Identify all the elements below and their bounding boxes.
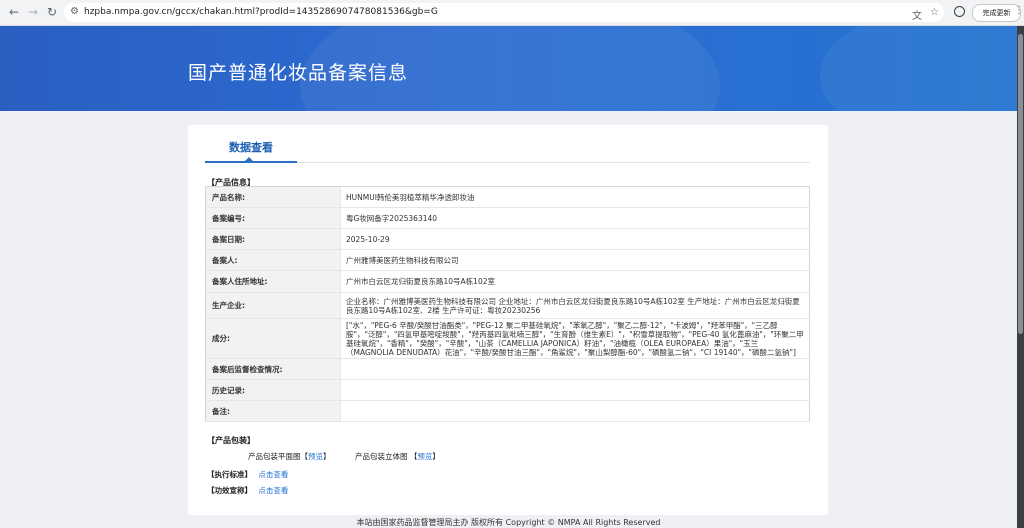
packaging-flat-item: 产品包装平面图【预览】 xyxy=(248,451,331,462)
site-info-icon[interactable]: ⚙ xyxy=(70,6,79,17)
page-scrollbar[interactable] xyxy=(1017,26,1024,528)
efficacy-view-link[interactable]: 点击查看 xyxy=(258,486,288,495)
bookmark-star-icon[interactable]: ☆ xyxy=(930,7,939,18)
row-label: 备案后监督检查情况: xyxy=(205,358,341,380)
row-label: 备案编号: xyxy=(205,207,341,229)
content-panel: 数据查看 【产品信息】 产品名称: HUNMUI韩伦美羽植萃精华净透卸妆油 备案… xyxy=(188,125,828,515)
banner-decoration xyxy=(820,26,1017,111)
kebab-menu-icon[interactable]: ⋮ xyxy=(1014,5,1024,16)
page-banner: 国产普通化妆品备案信息 xyxy=(0,26,1017,111)
page-title: 国产普通化妆品备案信息 xyxy=(188,62,409,84)
packaging-solid-item: 产品包装立体图 【预览】 xyxy=(355,451,440,462)
row-label: 备案人住所地址: xyxy=(205,270,341,293)
table-row: 成分: ["水"，"PEG-6 辛酸/癸酸甘油酯类"，"PEG-12 聚二甲基硅… xyxy=(205,318,810,359)
packaging-solid-label: 产品包装立体图 【 xyxy=(355,452,418,461)
reload-icon[interactable]: ↻ xyxy=(44,4,60,20)
row-value xyxy=(340,379,810,401)
browser-toolbar: ← → ↻ ⚙ hzpba.nmpa.gov.cn/gccx/chakan.ht… xyxy=(0,0,1024,26)
row-value: 粤G妆网备字2025363140 xyxy=(340,207,810,229)
table-row: 备案日期: 2025-10-29 xyxy=(205,228,810,250)
row-value: 2025-10-29 xyxy=(340,228,810,250)
efficacy-label: 【功效宣称】 xyxy=(207,486,252,495)
row-value: 广州雅博美医药生物科技有限公司 xyxy=(340,249,810,271)
standard-label: 【执行标准】 xyxy=(207,470,252,479)
row-label: 备注: xyxy=(205,400,341,422)
profile-icon[interactable] xyxy=(954,6,965,17)
row-label: 历史记录: xyxy=(205,379,341,401)
table-row: 产品名称: HUNMUI韩伦美羽植萃精华净透卸妆油 xyxy=(205,186,810,208)
page-footer: 本站由国家药品监督管理局主办 版权所有 Copyright © NMPA All… xyxy=(356,518,661,527)
row-label: 备案人: xyxy=(205,249,341,271)
row-label: 产品名称: xyxy=(205,186,341,208)
row-value: ["水"，"PEG-6 辛酸/癸酸甘油酯类"，"PEG-12 聚二甲基硅氧烷"，… xyxy=(340,318,810,359)
address-bar[interactable]: ⚙ hzpba.nmpa.gov.cn/gccx/chakan.html?pro… xyxy=(64,3,944,22)
packaging-title: 【产品包装】 xyxy=(207,436,255,445)
url-text: hzpba.nmpa.gov.cn/gccx/chakan.html?prodI… xyxy=(84,7,438,17)
row-label: 备案日期: xyxy=(205,228,341,250)
packaging-solid-preview-link[interactable]: 预览 xyxy=(417,452,432,461)
table-row: 备案人: 广州雅博美医药生物科技有限公司 xyxy=(205,249,810,271)
tab-active-underline xyxy=(205,161,297,163)
standard-view-link[interactable]: 点击查看 xyxy=(258,470,288,479)
packaging-flat-preview-link[interactable]: 预览 xyxy=(308,452,323,461)
row-value xyxy=(340,358,810,380)
row-value: 企业名称：广州雅博美医药生物科技有限公司 企业地址：广州市白云区龙归街夏良东路1… xyxy=(340,292,810,319)
table-row: 备案后监督检查情况: xyxy=(205,358,810,380)
translate-icon[interactable]: 文 xyxy=(912,7,922,22)
scrollbar-thumb[interactable] xyxy=(1018,34,1023,334)
standard-row: 【执行标准】 点击查看 xyxy=(207,469,288,480)
table-row: 备案编号: 粤G妆网备字2025363140 xyxy=(205,207,810,229)
tab-caret-icon xyxy=(245,157,253,161)
row-value: 广州市白云区龙归街夏良东路10号A栋102室 xyxy=(340,270,810,293)
table-row: 生产企业: 企业名称：广州雅博美医药生物科技有限公司 企业地址：广州市白云区龙归… xyxy=(205,292,810,319)
row-value xyxy=(340,400,810,422)
table-row: 备案人住所地址: 广州市白云区龙归街夏良东路10号A栋102室 xyxy=(205,270,810,293)
row-value: HUNMUI韩伦美羽植萃精华净透卸妆油 xyxy=(340,186,810,208)
table-row: 备注: xyxy=(205,400,810,422)
packaging-flat-label: 产品包装平面图【 xyxy=(248,452,308,461)
bracket-close: 】 xyxy=(432,452,440,461)
efficacy-row: 【功效宣称】 点击查看 xyxy=(207,485,288,496)
row-label: 成分: xyxy=(205,318,341,359)
table-row: 历史记录: xyxy=(205,379,810,401)
row-label: 生产企业: xyxy=(205,292,341,319)
product-info-table: 产品名称: HUNMUI韩伦美羽植萃精华净透卸妆油 备案编号: 粤G妆网备字20… xyxy=(205,186,810,422)
back-arrow-icon[interactable]: ← xyxy=(6,4,22,20)
forward-arrow-icon[interactable]: → xyxy=(25,4,41,20)
bracket-close: 】 xyxy=(323,452,331,461)
